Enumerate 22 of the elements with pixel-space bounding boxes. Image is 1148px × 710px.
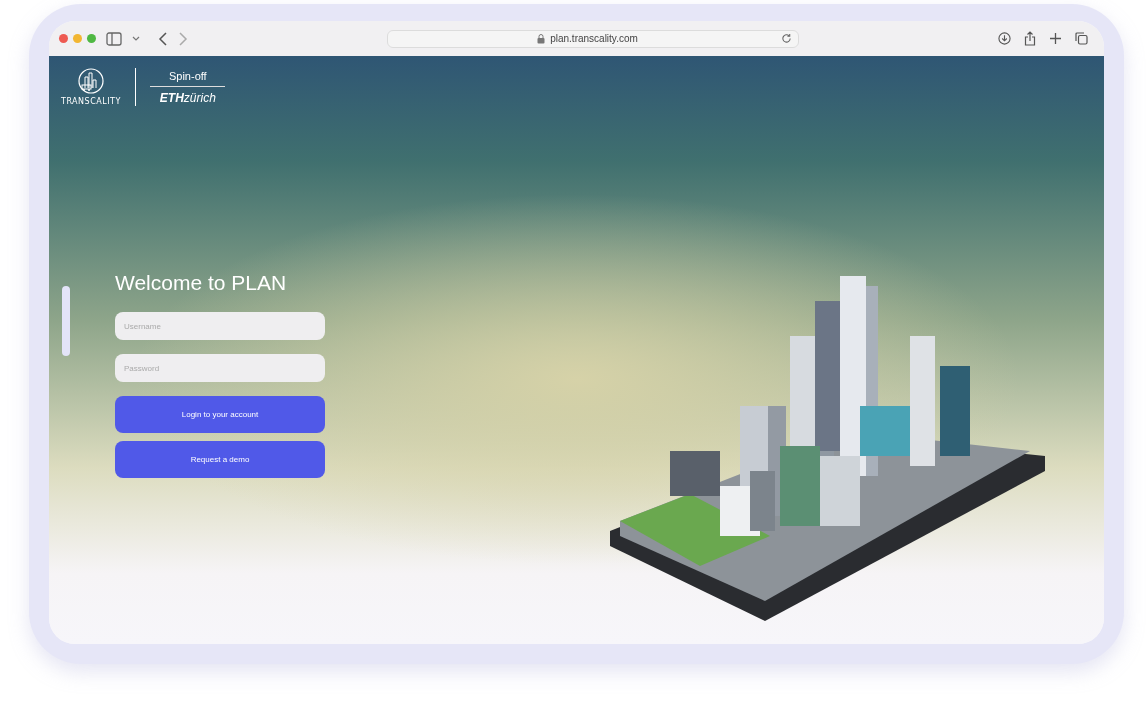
login-button[interactable]: Login to your account (115, 396, 325, 433)
share-icon[interactable] (1024, 31, 1036, 46)
city-bus-logo-icon (75, 68, 106, 94)
scroll-indicator (62, 286, 70, 356)
url-text: plan.transcality.com (550, 33, 638, 44)
input-field[interactable]: Username (115, 312, 325, 340)
demo-button[interactable]: Request a demo (115, 441, 325, 478)
chevron-down-icon[interactable] (132, 35, 140, 42)
tabs-icon[interactable] (1075, 32, 1088, 45)
sidebar-icon[interactable] (106, 31, 122, 46)
back-icon[interactable] (158, 31, 168, 46)
download-icon[interactable] (998, 32, 1011, 45)
input-field[interactable]: Password (115, 354, 325, 382)
logo-text: TRANSCALITY (61, 97, 121, 106)
close-icon[interactable] (59, 34, 68, 43)
lock-icon (537, 33, 546, 44)
welcome-title: Welcome to PLAN (115, 271, 288, 295)
plus-icon[interactable] (1049, 32, 1062, 45)
spin-off-label: Spin-off (168, 69, 207, 82)
eth-zurich-logo-text: ETHzürich (159, 90, 216, 105)
reload-icon[interactable] (781, 33, 792, 44)
address-bar[interactable]: plan.transcality.com (387, 29, 799, 48)
